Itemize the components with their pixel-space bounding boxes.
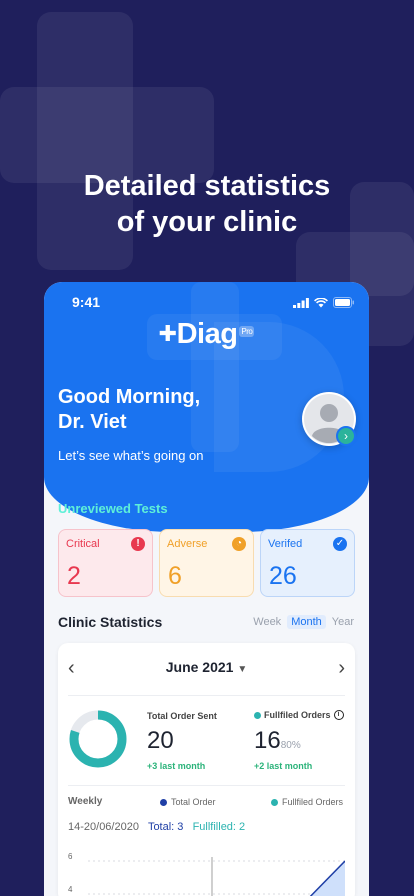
app-logo: ✚Diag Pro bbox=[44, 318, 369, 351]
greeting-line1: Good Morning, bbox=[58, 386, 201, 408]
legend-fulfilled-orders: Fullfiled Orders bbox=[271, 797, 343, 807]
card-label: Critical bbox=[66, 538, 100, 550]
legend-total-order: Total Order bbox=[160, 797, 216, 807]
status-bar: 9:41 bbox=[44, 294, 369, 314]
greeting-subtitle: Let’s see what’s going on bbox=[58, 448, 204, 463]
card-verifed[interactable]: Verifed ✓ 26 bbox=[260, 529, 355, 597]
card-label: Verifed bbox=[268, 538, 303, 550]
tab-year[interactable]: Year bbox=[328, 615, 358, 629]
legend-fulfilled-orders-text: Fullfiled Orders bbox=[282, 797, 344, 807]
logo-text: Diag bbox=[176, 318, 238, 350]
tab-week[interactable]: Week bbox=[249, 615, 285, 629]
phone-screen: 9:41 ✚Diag Pro Good Morning, Dr. Viet Let… bbox=[44, 282, 369, 896]
total-order-dot-icon bbox=[160, 798, 167, 806]
gauge-icon: ◔ bbox=[232, 537, 246, 551]
divider bbox=[68, 695, 345, 696]
battery-icon bbox=[333, 297, 354, 308]
promo-title-line2: of your clinic bbox=[116, 206, 298, 238]
caret-down-icon: ▼ bbox=[237, 664, 248, 675]
fulfilled-orders-percent: 80% bbox=[280, 740, 301, 751]
tab-month[interactable]: Month bbox=[287, 615, 326, 629]
signal-icon bbox=[293, 297, 309, 308]
divider bbox=[68, 785, 345, 786]
chevron-right-icon: › bbox=[344, 429, 348, 443]
verified-badge-icon: ✓ bbox=[333, 537, 347, 551]
alert-icon: ! bbox=[131, 537, 145, 551]
card-value: 26 bbox=[269, 562, 297, 590]
weekly-date-range: 14-20/06/2020 bbox=[68, 821, 139, 833]
wifi-icon bbox=[314, 297, 328, 307]
weekly-label: Weekly bbox=[68, 796, 103, 807]
total-order-area bbox=[310, 861, 345, 896]
status-icons bbox=[293, 297, 355, 308]
total-order-delta: +3 last month bbox=[147, 761, 206, 771]
card-label: Adverse bbox=[167, 538, 208, 550]
promo-title: Detailed statistics of your clinic bbox=[0, 168, 414, 240]
status-time: 9:41 bbox=[72, 294, 101, 310]
range-tabs: Week Month Year bbox=[249, 615, 358, 629]
card-adverse[interactable]: Adverse ◔ 6 bbox=[159, 529, 254, 597]
logo-pro-badge: Pro bbox=[239, 326, 255, 337]
weekly-total: Total: 3 bbox=[147, 821, 184, 833]
fulfilled-orders-label-text: Fullfiled Orders bbox=[264, 710, 331, 720]
total-order-label: Total Order Sent bbox=[147, 711, 217, 721]
clinic-statistics-title: Clinic Statistics bbox=[58, 614, 163, 630]
weekly-summary: 14-20/06/2020 Total: 3 Fullfilled: 2 bbox=[68, 821, 245, 833]
card-value: 2 bbox=[67, 562, 81, 590]
month-dropdown[interactable]: June 2021 ▼ bbox=[58, 659, 355, 675]
greeting-title: Good Morning, Dr. Viet bbox=[58, 385, 200, 435]
info-icon[interactable]: i bbox=[333, 710, 344, 720]
plus-logo-icon: ✚ bbox=[158, 321, 177, 346]
month-label: June 2021 bbox=[165, 659, 234, 675]
greeting-line2: Dr. Viet bbox=[58, 411, 127, 433]
statistics-card: ‹ June 2021 ▼ › Total Order Sent 20 +3 l… bbox=[58, 643, 355, 896]
chart-tick-label: 4 bbox=[68, 885, 73, 894]
month-selector: ‹ June 2021 ▼ › bbox=[58, 658, 355, 680]
promo-title-line1: Detailed statistics bbox=[83, 170, 331, 202]
profile-arrow-button[interactable]: › bbox=[336, 426, 356, 446]
fulfilled-ratio-donut bbox=[69, 710, 127, 768]
card-critical[interactable]: Critical! 2 bbox=[58, 529, 153, 597]
legend-total-order-text: Total Order bbox=[171, 797, 216, 807]
fulfilled-orders-number: 16 bbox=[254, 727, 281, 754]
unreviewed-tests-title: Unreviewed Tests bbox=[58, 501, 168, 516]
next-month-button[interactable]: › bbox=[338, 658, 345, 678]
chart-tick-label: 6 bbox=[68, 852, 73, 861]
fulfilled-orders-dot-icon bbox=[271, 798, 278, 806]
weekly-chart: 6 4 bbox=[68, 852, 345, 896]
fulfilled-orders-value: 1680% bbox=[254, 727, 301, 755]
fulfilled-orders-label: Fullfiled Orders i bbox=[254, 710, 344, 720]
fulfilled-orders-delta: +2 last month bbox=[254, 761, 313, 771]
card-value: 6 bbox=[168, 562, 182, 590]
weekly-fulfilled: Fullfilled: 2 bbox=[192, 821, 246, 833]
fulfilled-dot-icon bbox=[254, 711, 261, 719]
total-order-value: 20 bbox=[147, 727, 174, 754]
